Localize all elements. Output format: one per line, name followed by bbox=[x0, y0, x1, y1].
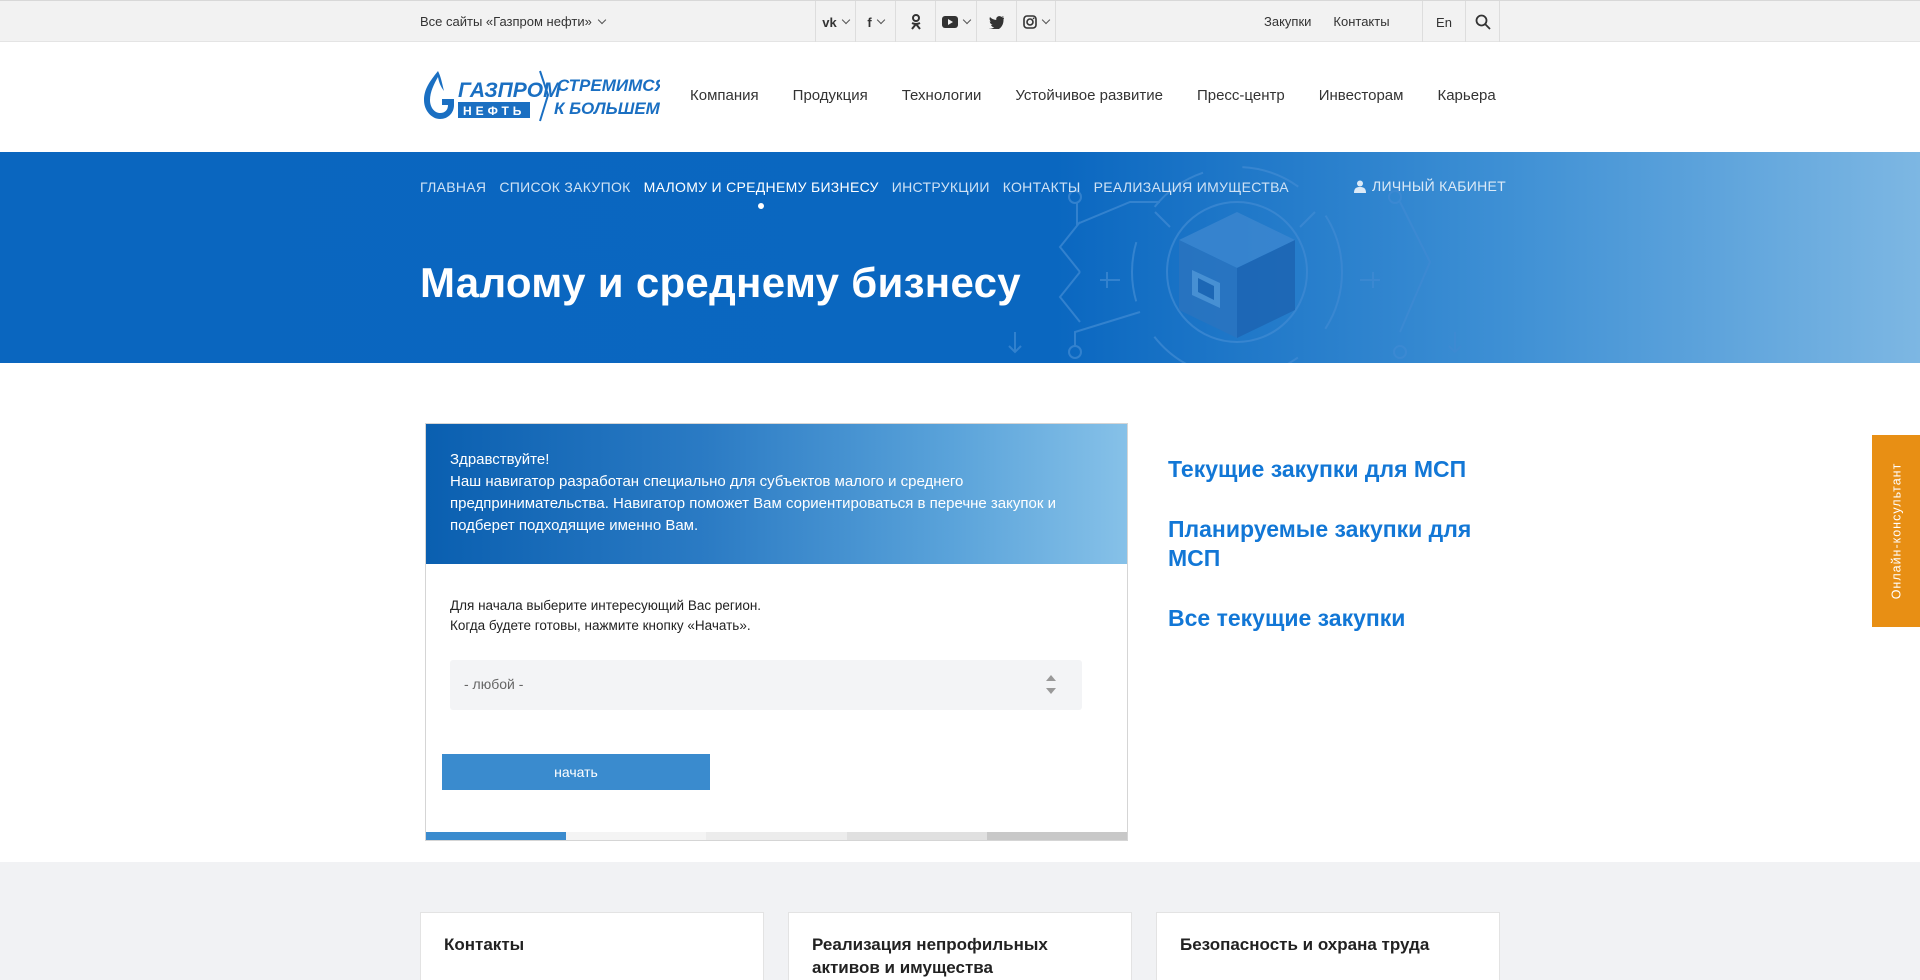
sme-navigator-card: Здравствуйте! Наш навигатор разработан с… bbox=[425, 423, 1128, 841]
start-button[interactable]: начать bbox=[442, 754, 710, 790]
top-link-purchases[interactable]: Закупки bbox=[1264, 14, 1311, 29]
progress-step bbox=[986, 832, 1128, 840]
quick-links: Текущие закупки для МСП Планируемые заку… bbox=[1168, 455, 1488, 664]
gazprom-neft-logo[interactable]: ГАЗПРОМ НЕФТЬ СТРЕМИМСЯ К БОЛЬШЕМУ! bbox=[420, 67, 677, 125]
link-current-sme-purchases[interactable]: Текущие закупки для МСП bbox=[1168, 455, 1488, 484]
link-planned-sme-purchases[interactable]: Планируемые закупки для МСП bbox=[1168, 515, 1488, 573]
all-sites-dropdown[interactable]: Все сайты «Газпром нефти» bbox=[420, 14, 607, 29]
nav-products[interactable]: Продукция bbox=[793, 87, 868, 104]
hero-banner: ГЛАВНАЯ СПИСОК ЗАКУПОК МАЛОМУ И СРЕДНЕМУ… bbox=[0, 152, 1920, 363]
subnav-purchases-list[interactable]: СПИСОК ЗАКУПОК bbox=[499, 179, 630, 195]
navigator-body: Для начала выберите интересующий Вас рег… bbox=[426, 564, 1127, 636]
progress-step bbox=[426, 832, 567, 840]
search-button[interactable] bbox=[1466, 1, 1500, 43]
nav-investors[interactable]: Инвесторам bbox=[1319, 87, 1404, 104]
subnav-instructions[interactable]: ИНСТРУКЦИИ bbox=[892, 179, 990, 195]
nav-press[interactable]: Пресс-центр bbox=[1197, 87, 1285, 104]
subnav-small-business[interactable]: МАЛОМУ И СРЕДНЕМУ БИЗНЕСУ bbox=[643, 179, 879, 209]
twitter-icon[interactable] bbox=[976, 1, 1016, 43]
cabinet-label: ЛИЧНЫЙ КАБИНЕТ bbox=[1372, 178, 1506, 194]
language-switch[interactable]: En bbox=[1422, 1, 1466, 43]
navigator-greeting: Здравствуйте! bbox=[450, 451, 550, 468]
progress-step bbox=[846, 832, 987, 840]
main-nav: Компания Продукция Технологии Устойчивое… bbox=[690, 87, 1496, 104]
online-consultant-tab[interactable]: Онлайн-консультант bbox=[1872, 435, 1920, 627]
nav-career[interactable]: Карьера bbox=[1437, 87, 1495, 104]
subnav-property-sale[interactable]: РЕАЛИЗАЦИЯ ИМУЩЕСТВА bbox=[1094, 179, 1289, 195]
svg-text:К БОЛЬШЕМУ!: К БОЛЬШЕМУ! bbox=[554, 99, 660, 118]
tile-contacts[interactable]: Контакты bbox=[420, 912, 764, 980]
facebook-icon[interactable]: f bbox=[855, 1, 895, 43]
main-header: ГАЗПРОМ НЕФТЬ СТРЕМИМСЯ К БОЛЬШЕМУ! Комп… bbox=[0, 42, 1920, 152]
top-link-contacts[interactable]: Контакты bbox=[1333, 14, 1389, 29]
odnoklassniki-icon[interactable] bbox=[895, 1, 935, 43]
top-links: Закупки Контакты bbox=[1264, 14, 1390, 29]
all-sites-label: Все сайты «Газпром нефти» bbox=[420, 14, 592, 29]
tile-asset-sale[interactable]: Реализация непрофильных активов и имущес… bbox=[788, 912, 1132, 980]
progress-step bbox=[706, 832, 847, 840]
up-down-arrows-icon bbox=[1046, 675, 1056, 697]
progress-step bbox=[566, 832, 707, 840]
chevron-down-icon bbox=[597, 15, 607, 24]
search-icon bbox=[1475, 14, 1491, 30]
region-select[interactable]: - любой - bbox=[450, 660, 1082, 710]
region-select-value: - любой - bbox=[464, 676, 524, 692]
navigator-intro: Здравствуйте! Наш навигатор разработан с… bbox=[426, 424, 1127, 564]
user-icon bbox=[1354, 180, 1366, 193]
section-subnav: ГЛАВНАЯ СПИСОК ЗАКУПОК МАЛОМУ И СРЕДНЕМУ… bbox=[420, 179, 1289, 209]
link-all-current-purchases[interactable]: Все текущие закупки bbox=[1168, 604, 1488, 633]
top-utility-bar: Все сайты «Газпром нефти» vk f Закупки К… bbox=[0, 0, 1920, 43]
tile-title: Безопасность и охрана труда bbox=[1180, 935, 1430, 954]
tile-safety[interactable]: Безопасность и охрана труда bbox=[1156, 912, 1500, 980]
nav-technologies[interactable]: Технологии bbox=[902, 87, 982, 104]
subnav-contacts[interactable]: КОНТАКТЫ bbox=[1003, 179, 1081, 195]
online-consultant-label: Онлайн-консультант bbox=[1889, 462, 1904, 600]
svg-text:СТРЕМИМСЯ: СТРЕМИМСЯ bbox=[557, 76, 660, 95]
instagram-icon[interactable] bbox=[1016, 1, 1056, 43]
bottom-section: Контакты Реализация непрофильных активов… bbox=[0, 862, 1920, 980]
svg-text:НЕФТЬ: НЕФТЬ bbox=[463, 104, 525, 118]
navigator-instruction-2: Когда будете готовы, нажмите кнопку «Нач… bbox=[450, 618, 751, 633]
tile-title: Реализация непрофильных активов и имущес… bbox=[812, 935, 1048, 977]
personal-cabinet-link[interactable]: ЛИЧНЫЙ КАБИНЕТ bbox=[1354, 178, 1506, 194]
youtube-icon[interactable] bbox=[935, 1, 976, 43]
nav-company[interactable]: Компания bbox=[690, 87, 759, 104]
social-links: vk f bbox=[815, 1, 1056, 43]
subnav-active-label: МАЛОМУ И СРЕДНЕМУ БИЗНЕСУ bbox=[643, 179, 879, 195]
vk-icon[interactable]: vk bbox=[815, 1, 855, 43]
page-title: Малому и среднему бизнесу bbox=[420, 259, 1021, 306]
navigator-instruction-1: Для начала выберите интересующий Вас рег… bbox=[450, 598, 762, 613]
navigator-progress-steps bbox=[426, 832, 1128, 840]
nav-sustainability[interactable]: Устойчивое развитие bbox=[1015, 87, 1163, 104]
active-indicator-dot bbox=[758, 203, 765, 209]
navigator-intro-text: Наш навигатор разработан специально для … bbox=[450, 473, 1056, 534]
subnav-home[interactable]: ГЛАВНАЯ bbox=[420, 179, 486, 195]
tile-title: Контакты bbox=[444, 935, 525, 954]
